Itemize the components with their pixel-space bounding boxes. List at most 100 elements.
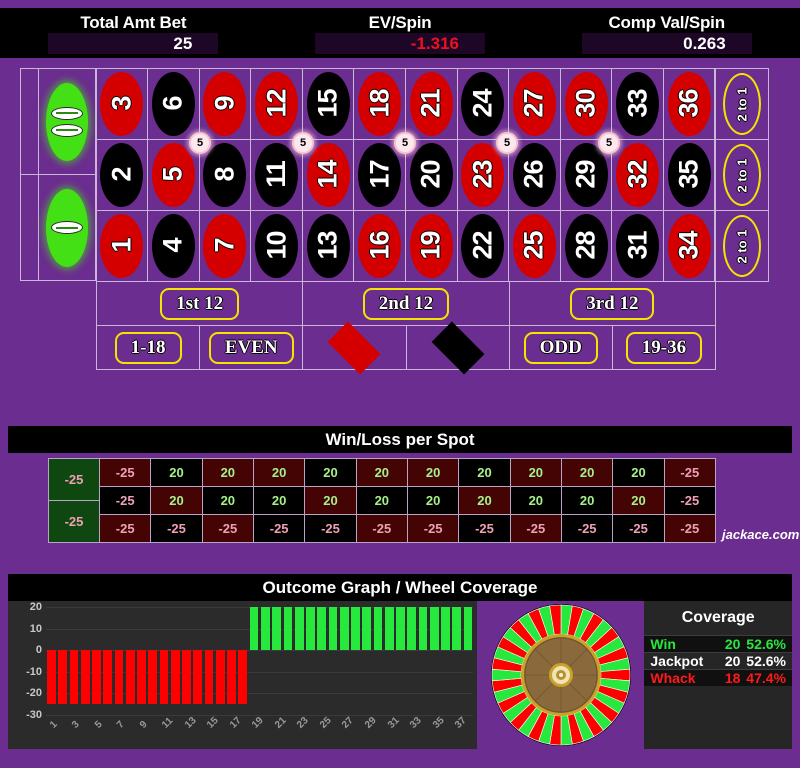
winloss-cell: 20: [253, 459, 305, 486]
bet-spot-27[interactable]: 27: [508, 67, 561, 140]
bet-spot-9[interactable]: 9: [198, 67, 252, 140]
dozen-bet-1[interactable]: 1st 12: [96, 281, 304, 326]
winloss-zero-cell: -25: [49, 501, 99, 542]
bet-spot-16[interactable]: 16: [353, 209, 406, 282]
zero-glyph: [51, 123, 83, 137]
bet-spot-4[interactable]: 4: [147, 209, 200, 282]
outside-bet-even[interactable]: EVEN: [199, 325, 304, 370]
bet-spot-00[interactable]: [38, 68, 96, 175]
bet-spot-36[interactable]: 36: [662, 67, 716, 140]
bet-spot-31[interactable]: 31: [611, 209, 664, 282]
zero-chevron: [20, 174, 40, 281]
winloss-cell: 20: [202, 459, 253, 486]
number-oval: 14: [306, 142, 350, 207]
x-axis-tick: 35: [430, 715, 447, 731]
bet-spot-21[interactable]: 21: [404, 67, 458, 140]
winloss-value: -25: [629, 521, 648, 536]
bet-spot-35[interactable]: 35: [662, 138, 716, 211]
bet-spot-13[interactable]: 13: [301, 209, 355, 282]
bet-spot-18[interactable]: 18: [353, 67, 406, 140]
bet-spot-32[interactable]: 32: [611, 138, 664, 211]
winloss-cell: -25: [664, 487, 715, 514]
number-label: 2: [106, 167, 137, 182]
winloss-value: -25: [680, 465, 700, 480]
winloss-zero-cell: -25: [49, 459, 99, 500]
y-axis-tick: 0: [35, 644, 42, 657]
coverage-percent: 52.6%: [746, 636, 786, 652]
outside-bet-black[interactable]: [405, 321, 510, 374]
bet-chip[interactable]: 5: [496, 132, 518, 154]
bet-spot-33[interactable]: 33: [611, 67, 664, 140]
winloss-cell: 20: [202, 487, 253, 514]
number-label: 1: [106, 238, 137, 253]
outside-bet-1-18[interactable]: 1-18: [96, 325, 201, 370]
column-bet-label: 2 to 1: [734, 158, 750, 192]
bet-spot-30[interactable]: 30: [559, 67, 613, 140]
number-oval: 7: [203, 213, 247, 278]
winloss-cell: 20: [459, 459, 510, 486]
bet-spot-22[interactable]: 22: [456, 209, 510, 282]
bet-spot-10[interactable]: 10: [250, 209, 303, 282]
number-oval: 22: [461, 213, 505, 278]
bet-spot-2[interactable]: 2: [95, 138, 149, 211]
y-axis-tick: 10: [29, 622, 42, 635]
winloss-value: 20: [579, 465, 595, 480]
outside-bet-19-36[interactable]: 19-36: [611, 325, 717, 370]
number-oval: 17: [358, 142, 402, 207]
dozen-bet-label: 2nd 12: [362, 287, 450, 320]
coverage-percent: 52.6%: [746, 653, 786, 669]
number-oval: 36: [667, 71, 711, 136]
bet-spot-12[interactable]: 12: [250, 67, 303, 140]
bet-chip[interactable]: 5: [598, 132, 620, 154]
coverage-row-win: Win 20 52.6%: [644, 635, 792, 652]
bet-spot-6[interactable]: 6: [147, 67, 200, 140]
column-bet-3[interactable]: 2 to 1: [715, 210, 769, 282]
bet-chip[interactable]: 5: [292, 132, 314, 154]
bet-spot-34[interactable]: 34: [662, 209, 716, 282]
zero-column: [20, 68, 96, 281]
roulette-wheel-icon: [490, 604, 631, 746]
winloss-cell: 20: [407, 487, 459, 514]
bet-spot-15[interactable]: 15: [301, 67, 355, 140]
bet-spot-0[interactable]: [38, 174, 96, 281]
number-oval: 29: [564, 142, 608, 207]
bet-spot-7[interactable]: 7: [198, 209, 252, 282]
winloss-value: -25: [680, 493, 700, 508]
chart-bar: [396, 607, 405, 651]
chart-bar: [384, 607, 394, 651]
bet-spot-25[interactable]: 25: [508, 209, 561, 282]
number-label: 15: [312, 89, 343, 118]
bet-spot-24[interactable]: 24: [456, 67, 510, 140]
number-oval: 20: [409, 142, 453, 207]
winloss-cell: 20: [407, 459, 459, 486]
chart-bar: [204, 650, 214, 705]
coverage-percent: 47.4%: [746, 670, 786, 686]
bet-spot-28[interactable]: 28: [559, 209, 613, 282]
winloss-cell: -25: [561, 515, 613, 542]
winloss-cell: 20: [613, 487, 664, 514]
outside-bet-red[interactable]: [302, 321, 407, 374]
dozen-bet-2[interactable]: 2nd 12: [302, 281, 510, 326]
bet-chip[interactable]: 5: [394, 132, 416, 154]
bet-chip[interactable]: 5: [189, 132, 211, 154]
y-axis-tick: -10: [26, 665, 42, 678]
bet-spot-19[interactable]: 19: [404, 209, 458, 282]
x-axis-tick: 5: [92, 719, 105, 731]
winloss-value: -25: [372, 521, 392, 536]
number-label: 23: [467, 160, 498, 189]
winloss-value: 20: [528, 493, 544, 508]
number-oval: 16: [358, 213, 402, 278]
column-bet-2[interactable]: 2 to 1: [715, 139, 769, 211]
winloss-cell: 20: [561, 459, 613, 486]
column-bet-1[interactable]: 2 to 1: [715, 68, 769, 140]
winloss-cell: -25: [100, 487, 151, 514]
chart-bar: [249, 607, 259, 651]
number-oval: 10: [255, 213, 299, 278]
dozen-bet-3[interactable]: 3rd 12: [508, 281, 716, 326]
bet-spot-1[interactable]: 1: [95, 209, 149, 282]
bet-spot-3[interactable]: 3: [95, 67, 149, 140]
outside-bet-odd[interactable]: ODD: [508, 325, 613, 370]
chart-bar: [215, 650, 225, 705]
bet-spot-26[interactable]: 26: [508, 138, 561, 211]
winloss-value: 20: [169, 465, 184, 480]
